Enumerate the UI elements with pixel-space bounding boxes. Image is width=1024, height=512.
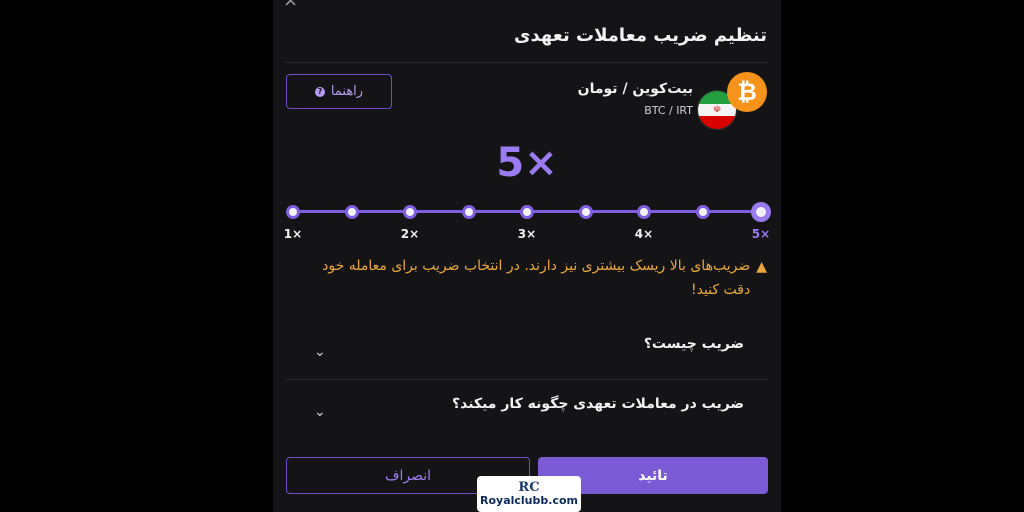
slider-step[interactable] bbox=[637, 205, 651, 219]
close-icon[interactable]: × bbox=[283, 0, 298, 11]
slider-tick-label[interactable]: 5× bbox=[752, 227, 770, 241]
slider-step[interactable] bbox=[286, 205, 300, 219]
slider-step[interactable] bbox=[403, 205, 417, 219]
slider-tick-label[interactable]: 3× bbox=[518, 227, 536, 241]
pair-symbol: BTC / IRT bbox=[644, 104, 693, 117]
faq-item-how-leverage-works[interactable]: ضریب در معاملات تعهدی چگونه کار میکند؟ ⌄ bbox=[286, 381, 768, 441]
leverage-value: 5× bbox=[496, 140, 558, 186]
leverage-modal: × تنظیم ضریب معاملات تعهدی راهنما ? ☫ ₿ … bbox=[273, 0, 781, 512]
warning-text: ضریب‌های بالا ریسک بیشتری نیز دارند. در … bbox=[322, 258, 751, 298]
chevron-down-icon[interactable]: ⌄ bbox=[314, 344, 326, 360]
slider-step[interactable] bbox=[344, 205, 359, 219]
slider-handle[interactable] bbox=[751, 202, 771, 222]
slider-tick-label[interactable]: 4× bbox=[635, 227, 653, 241]
watermark-text: Royalclubb.com bbox=[480, 493, 578, 507]
help-circle-icon: ? bbox=[314, 86, 325, 97]
pair-name: بیت‌کوین / تومان bbox=[577, 81, 693, 97]
slider-step[interactable] bbox=[520, 205, 534, 219]
guide-button[interactable]: راهنما ? bbox=[286, 74, 392, 109]
warning-icon: ▲ bbox=[756, 259, 767, 275]
watermark-logo: RC Royalclubb.com bbox=[477, 476, 581, 512]
leverage-warning: ▲ ضریب‌های بالا ریسک بیشتری نیز دارند. د… bbox=[307, 254, 767, 302]
guide-button-label: راهنما bbox=[330, 84, 364, 99]
slider-tick-label[interactable]: 1× bbox=[284, 227, 302, 241]
faq-divider bbox=[286, 379, 768, 380]
faq-question: ضریب چیست؟ bbox=[643, 336, 744, 352]
watermark-mark: RC bbox=[518, 479, 540, 495]
slider-step[interactable] bbox=[461, 205, 476, 219]
faq-item-what-is-leverage[interactable]: ضریب چیست؟ ⌄ bbox=[286, 320, 768, 380]
slider-tick-label[interactable]: 2× bbox=[401, 227, 419, 241]
pair-icons: ☫ ₿ bbox=[697, 72, 767, 130]
slider-step[interactable] bbox=[578, 205, 593, 219]
slider-step[interactable] bbox=[695, 205, 710, 219]
bitcoin-icon: ₿ bbox=[727, 72, 767, 112]
faq-question: ضریب در معاملات تعهدی چگونه کار میکند؟ bbox=[452, 396, 744, 412]
leverage-slider[interactable]: 1× 2× 3× 4× 5× bbox=[273, 197, 781, 247]
chevron-down-icon[interactable]: ⌄ bbox=[314, 404, 326, 420]
modal-title: تنظیم ضریب معاملات تعهدی bbox=[514, 25, 767, 46]
header-divider bbox=[286, 62, 768, 63]
